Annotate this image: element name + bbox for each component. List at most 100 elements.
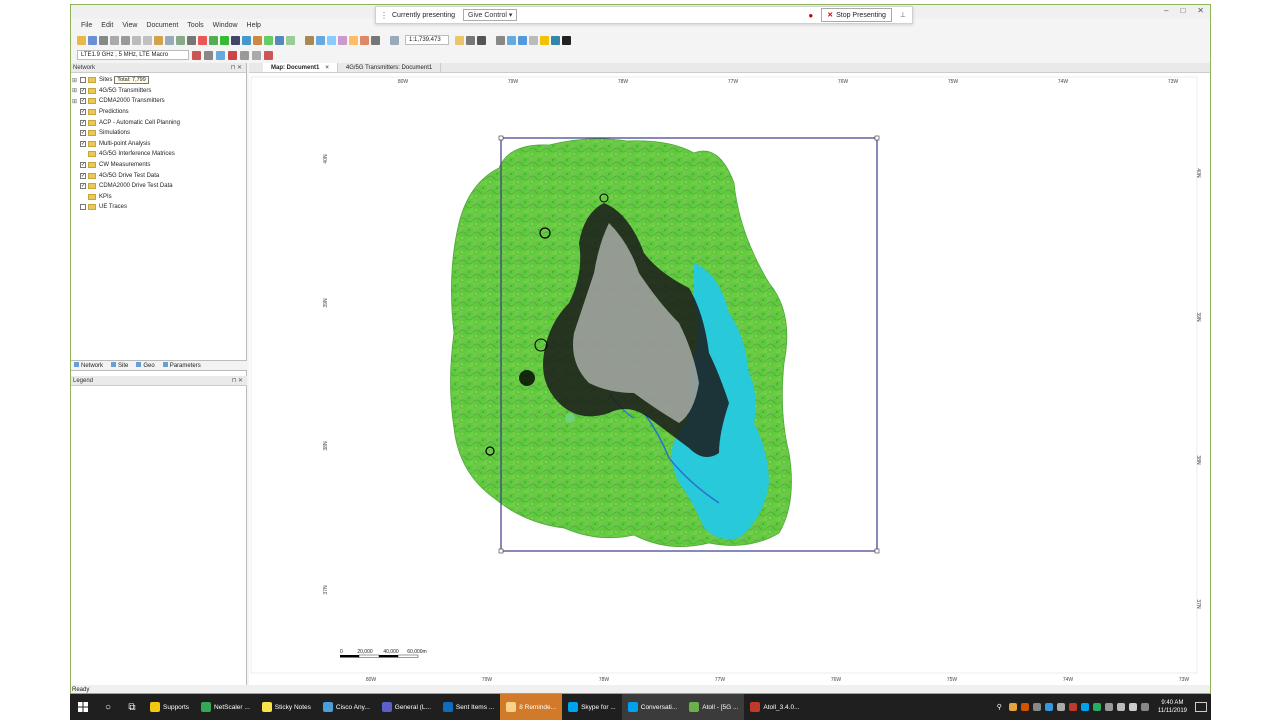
taskbar-app[interactable]: Sticky Notes [256,694,317,720]
volume-icon[interactable] [1128,703,1137,711]
toolbar-icon-19[interactable] [286,35,295,45]
doc-tab[interactable]: 4G/5G Transmitters: Document1 [338,63,442,72]
toolbar-icon-13[interactable] [220,35,229,45]
taskbar-app[interactable]: Supports [144,694,195,720]
panel-controls[interactable]: ⊓ ✕ [231,63,242,73]
tree-item[interactable]: ✓ ACP - Automatic Cell Planning [71,117,246,128]
tree-item[interactable]: ✓ CDMA2000 Drive Test Data [71,181,246,192]
toolbar-icon-18[interactable] [275,35,284,45]
toolbar2-icon-0[interactable] [192,50,201,60]
tab-site[interactable]: Site [111,362,128,369]
toolbar-icon-3[interactable] [110,35,119,45]
expand-icon[interactable]: ⊞ [71,87,78,94]
technology-selector[interactable]: LTE1.9 GHz , 5 MHz, LTE Macro [77,50,189,60]
stop-presenting-button[interactable]: ✕ Stop Presenting [821,8,892,22]
tree-item[interactable]: ⊞ ✓ CDMA2000 Transmitters [71,96,246,107]
toolbar-icon-17[interactable] [264,35,273,45]
toolbar-icon-9[interactable] [176,35,185,45]
tree-item[interactable]: ✓ Simulations [71,128,246,139]
tray-icon-9[interactable] [1104,703,1113,711]
taskbar-app[interactable]: General (L... [376,694,437,720]
pin-icon[interactable]: ⊥ [900,11,906,19]
checkbox[interactable]: ✓ [80,162,86,169]
notification-icon[interactable] [1195,702,1207,712]
toolbar-icon-4[interactable] [121,35,130,45]
tree-item[interactable]: KPIs [71,192,246,203]
minimize-icon[interactable]: – [1164,6,1168,15]
map-view[interactable]: 80W 79W 78W 77W 76W 75W 74W 73W 80W 79W 78W 77W 76W 7… [249,73,1210,689]
taskbar-app[interactable]: Atoll_3.4.0... [744,694,805,720]
tray-icon-6[interactable] [1068,703,1077,711]
taskbar-app[interactable]: Atoll - [5G ... [683,694,745,720]
taskbar-app[interactable]: Skype for ... [562,694,622,720]
toolbar-icon-36[interactable] [551,35,560,45]
menu-document[interactable]: Document [146,22,178,29]
taskbar-app[interactable]: 8 Reminde... [500,694,563,720]
tab-network[interactable]: Network [74,362,103,369]
tree-item[interactable]: 4G/5G Interference Matrices [71,149,246,160]
toolbar2-icon-1[interactable] [204,50,213,60]
checkbox[interactable] [80,77,86,84]
menu-file[interactable]: File [81,22,92,29]
toolbar-icon-16[interactable] [253,35,262,45]
toolbar-icon-24[interactable] [349,35,358,45]
tree-item[interactable]: ✓ Multi-point Analysis [71,139,246,150]
toolbar-icon-0[interactable] [77,35,86,45]
checkbox[interactable]: ✓ [80,87,86,94]
tray-icon-1[interactable] [1008,703,1017,711]
toolbar2-icon-5[interactable] [252,50,261,60]
toolbar-icon-20[interactable] [305,35,314,45]
toolbar-icon-28[interactable] [455,35,464,45]
system-clock[interactable]: 9:40 AM 11/11/2019 [1158,699,1187,715]
toolbar2-icon-2[interactable] [216,50,225,60]
taskbar-app[interactable]: Sent Items ... [437,694,500,720]
toolbar-icon-8[interactable] [165,35,174,45]
start-button[interactable] [70,694,96,720]
tree-item[interactable]: ✓ 4G/5G Drive Test Data [71,170,246,181]
toolbar-icon-5[interactable] [132,35,141,45]
network-icon[interactable] [1116,703,1125,711]
checkbox[interactable]: ✓ [80,119,86,126]
menu-tools[interactable]: Tools [187,22,203,29]
toolbar-icon-11[interactable] [198,35,207,45]
toolbar-icon-23[interactable] [338,35,347,45]
tray-icon-4[interactable] [1044,703,1053,711]
taskbar-app[interactable]: NetScaler ... [195,694,256,720]
toolbar2-icon-4[interactable] [240,50,249,60]
toolbar-icon-25[interactable] [360,35,369,45]
toolbar-icon-15[interactable] [242,35,251,45]
checkbox[interactable]: ✓ [80,172,86,179]
tab-parameters[interactable]: Parameters [162,362,201,369]
scale-selector[interactable]: 1:1,739,473 [405,35,449,45]
menu-view[interactable]: View [122,22,137,29]
people-icon[interactable]: ⚲ [997,703,1002,711]
close-icon[interactable]: ✕ [1197,6,1204,15]
menu-help[interactable]: Help [247,22,261,29]
toolbar-icon-29[interactable] [466,35,475,45]
tray-icon-5[interactable] [1056,703,1065,711]
checkbox[interactable]: ✓ [80,98,86,105]
toolbar-icon-10[interactable] [187,35,196,45]
search-icon[interactable]: ○ [96,694,120,720]
toolbar-icon-6[interactable] [143,35,152,45]
give-control-button[interactable]: Give Control ▾ [463,9,518,21]
tree-item[interactable]: ⊞ ✓ 4G/5G Transmitters [71,86,246,97]
tray-icon-7[interactable] [1080,703,1089,711]
toolbar-icon-21[interactable] [316,35,325,45]
toolbar-icon-22[interactable] [327,35,336,45]
checkbox[interactable]: ✓ [80,109,86,116]
tray-icon-3[interactable] [1032,703,1041,711]
tray-icon-8[interactable] [1092,703,1101,711]
toolbar-icon-35[interactable] [540,35,549,45]
toolbar2-icon-3[interactable] [228,50,237,60]
checkbox[interactable]: ✓ [80,183,86,190]
toolbar-icon-1[interactable] [88,35,97,45]
toolbar-icon-32[interactable] [507,35,516,45]
doc-tab[interactable]: Map: Document1 × [263,63,338,72]
battery-icon[interactable] [1140,703,1149,711]
checkbox[interactable]: ✓ [80,130,86,137]
toolbar-icon-27[interactable] [390,35,399,45]
maximize-icon[interactable]: □ [1180,6,1185,15]
expand-icon[interactable]: ⊞ [71,77,78,84]
toolbar-icon-33[interactable] [518,35,527,45]
